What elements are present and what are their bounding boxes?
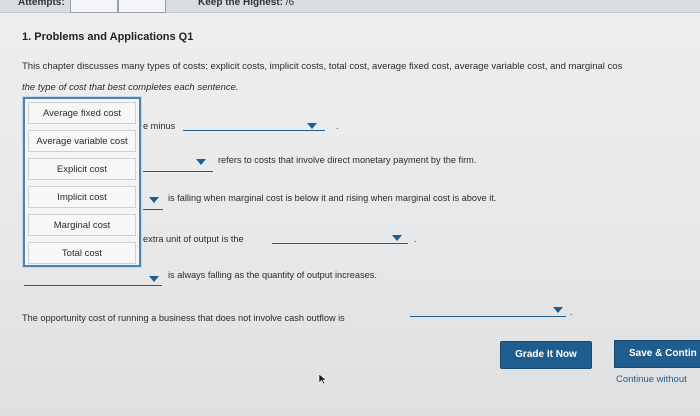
- dropdown-arrow-icon[interactable]: [553, 307, 563, 313]
- word-bank-item[interactable]: Average variable cost: [28, 130, 136, 152]
- sentence-1-text: e minus: [143, 121, 176, 131]
- attempts-box-2: [118, 0, 166, 13]
- dropdown-arrow-icon[interactable]: [149, 197, 159, 203]
- sentence-2-text: refers to costs that involve direct mone…: [218, 155, 477, 165]
- word-bank-item[interactable]: Total cost: [28, 242, 136, 264]
- sentence-5-dropdown[interactable]: [24, 276, 162, 286]
- attempts-label: Attempts:: [18, 0, 65, 8]
- period-mark: .: [336, 121, 339, 131]
- dropdown-arrow-icon[interactable]: [149, 276, 159, 282]
- question-instruction: the type of cost that best completes eac…: [22, 82, 239, 93]
- dropdown-arrow-icon[interactable]: [196, 159, 206, 165]
- keep-highest-label: Keep the Highest: /6: [198, 0, 295, 8]
- grade-it-now-button[interactable]: Grade It Now: [500, 341, 592, 369]
- sentence-5-text: is always falling as the quantity of out…: [168, 270, 377, 280]
- period-mark: .: [570, 307, 573, 317]
- sentence-3-text: is falling when marginal cost is below i…: [168, 193, 497, 203]
- sentence-6-dropdown[interactable]: [410, 307, 566, 317]
- period-mark: .: [414, 234, 417, 244]
- word-bank-item[interactable]: Average fixed cost: [28, 102, 136, 124]
- sentence-4-text: extra unit of output is the: [143, 234, 244, 244]
- word-bank-item[interactable]: Marginal cost: [28, 214, 136, 236]
- question-intro: This chapter discusses many types of cos…: [22, 61, 623, 72]
- sentence-4-dropdown[interactable]: [272, 234, 408, 244]
- word-bank: Average fixed cost Average variable cost…: [23, 97, 141, 267]
- attempts-box-1: [70, 0, 118, 13]
- word-bank-item[interactable]: Explicit cost: [28, 158, 136, 180]
- sentence-6-text: The opportunity cost of running a busine…: [22, 313, 345, 323]
- dropdown-arrow-icon[interactable]: [307, 123, 317, 129]
- save-continue-button[interactable]: Save & Contin: [614, 340, 700, 368]
- word-bank-item[interactable]: Implicit cost: [28, 186, 136, 208]
- continue-without-link[interactable]: Continue without: [616, 374, 687, 385]
- sentence-1-dropdown[interactable]: [183, 121, 325, 131]
- question-title: 1. Problems and Applications Q1: [22, 31, 194, 43]
- dropdown-arrow-icon[interactable]: [392, 235, 402, 241]
- top-bar: Attempts: Keep the Highest: /6: [0, 0, 700, 13]
- mouse-cursor-icon: [318, 373, 328, 385]
